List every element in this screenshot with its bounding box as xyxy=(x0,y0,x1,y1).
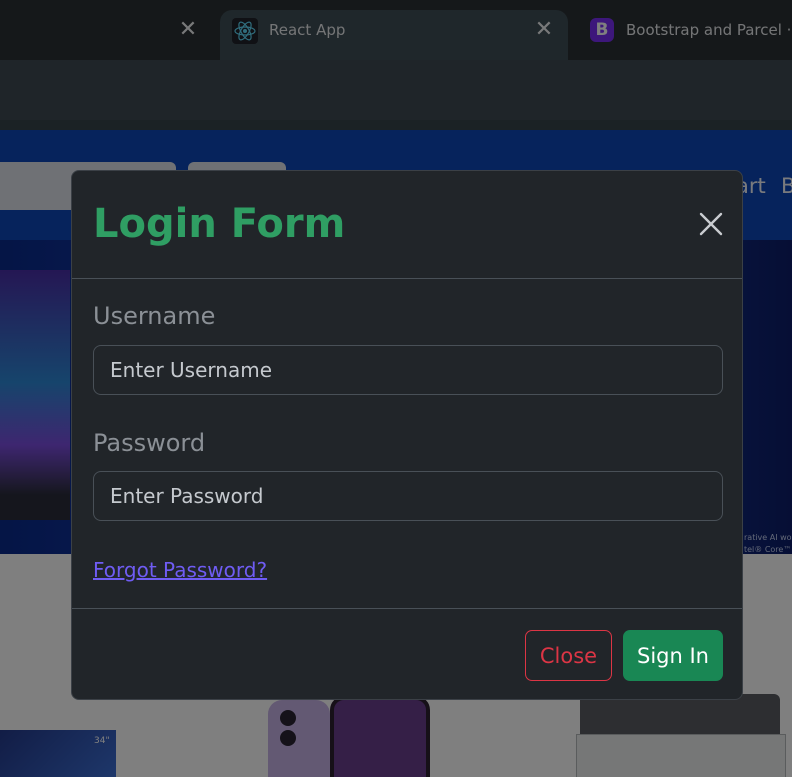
modal-title: Login Form xyxy=(93,201,346,247)
username-label: Username xyxy=(93,302,216,330)
modal-header: Login Form xyxy=(72,171,742,279)
password-label: Password xyxy=(93,429,206,457)
sign-in-button[interactable]: Sign In xyxy=(623,630,723,681)
close-button[interactable]: Close xyxy=(525,630,612,681)
modal-body: Username Password Forgot Password? xyxy=(72,279,742,608)
modal-footer: Close Sign In xyxy=(72,608,742,700)
login-modal: Login Form Username Password Forgot Pass… xyxy=(71,170,743,700)
close-icon[interactable] xyxy=(696,209,726,239)
forgot-password-link[interactable]: Forgot Password? xyxy=(93,558,267,582)
password-input[interactable] xyxy=(93,471,723,521)
username-input[interactable] xyxy=(93,345,723,395)
